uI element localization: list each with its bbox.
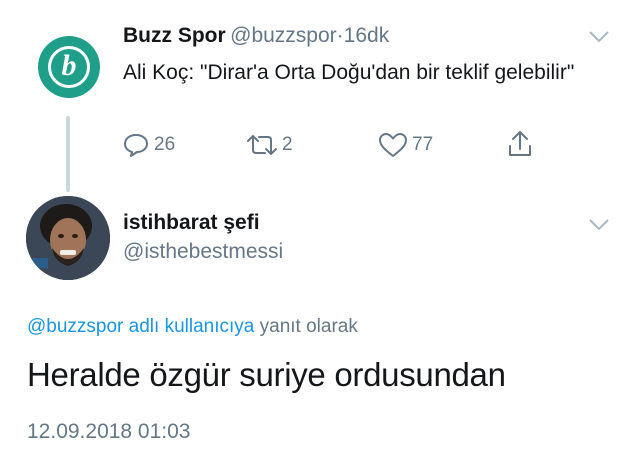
share-icon — [507, 130, 533, 158]
parent-tweet-text: Ali Koç: "Dirar'a Orta Doğu'dan bir tekl… — [123, 61, 575, 84]
like-button[interactable]: 77 — [378, 132, 433, 158]
share-button[interactable] — [507, 130, 533, 158]
chevron-down-icon[interactable] — [588, 218, 610, 237]
tweet-timestamp[interactable]: 12.09.2018 01:03 — [27, 420, 191, 444]
thread-connector-line — [66, 116, 70, 192]
replying-to-line: @buzzspor adlı kullanıcıya yanıt olarak — [27, 316, 358, 338]
reply-icon — [122, 132, 150, 158]
main-handle[interactable]: @isthebestmessi — [123, 240, 283, 264]
user-avatar[interactable] — [26, 196, 110, 280]
retweet-count: 2 — [282, 134, 293, 155]
parent-handle[interactable]: @buzzspor — [230, 24, 337, 47]
main-tweet-text: Heralde özgür suriye ordusundan — [27, 356, 506, 393]
user-avatar-photo — [26, 196, 110, 280]
parent-time-ago[interactable]: 16dk — [344, 24, 390, 47]
parent-display-name[interactable]: Buzz Spor — [123, 24, 226, 47]
reply-count: 26 — [154, 134, 176, 155]
like-count: 77 — [412, 134, 434, 155]
retweet-icon — [244, 132, 280, 158]
buzzspor-avatar[interactable]: b — [38, 36, 100, 98]
avatar-logo-letter: b — [61, 48, 77, 82]
replying-to-link[interactable]: @buzzspor adlı kullanıcıya — [27, 316, 254, 337]
chevron-down-icon[interactable] — [588, 30, 610, 49]
avatar-logo-ring: b — [48, 46, 90, 88]
reply-button[interactable]: 26 — [122, 132, 175, 158]
main-display-name[interactable]: istihbarat şefi — [123, 211, 260, 235]
header-separator: · — [336, 24, 344, 47]
parent-tweet-header: Buzz Spor @buzzspor·16dk — [123, 24, 389, 48]
like-icon — [378, 132, 408, 158]
retweet-button[interactable]: 2 — [244, 132, 293, 158]
replying-to-suffix: yanıt olarak — [259, 316, 358, 337]
